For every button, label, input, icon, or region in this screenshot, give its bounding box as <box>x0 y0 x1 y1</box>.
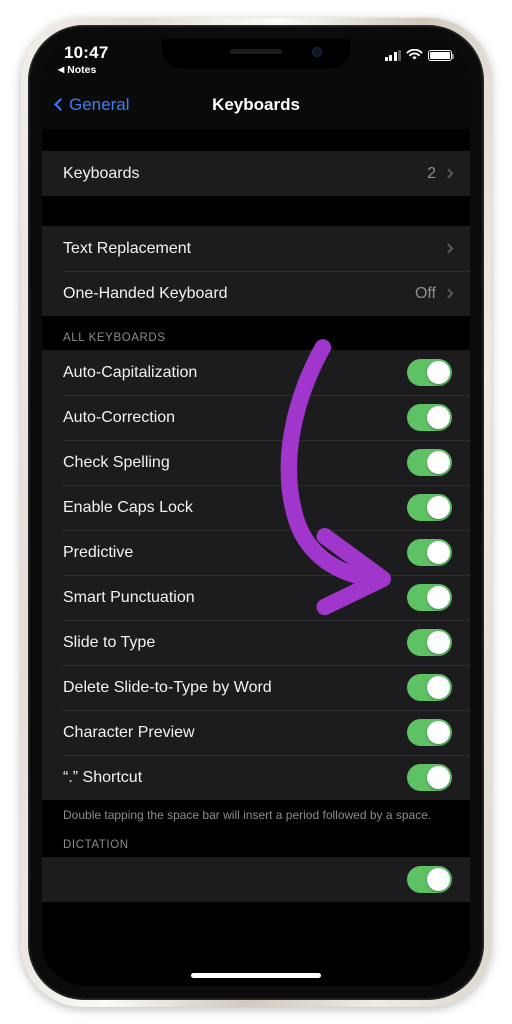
section-header-dictation: DICTATION <box>63 839 129 852</box>
toggle-auto-correction[interactable] <box>407 404 452 431</box>
row-label: Character Preview <box>63 723 195 741</box>
row-text-replacement[interactable]: Text Replacement <box>42 226 470 271</box>
page-title: Keyboards <box>212 95 300 114</box>
row-label: Check Spelling <box>63 453 170 471</box>
home-indicator[interactable] <box>191 973 321 978</box>
status-time: 10:47 <box>64 43 109 62</box>
cellular-signal-icon <box>384 50 401 61</box>
phone-frame: 10:47 ◀ Notes General Keyboards Keyboard… <box>21 18 491 1007</box>
row-one-handed-keyboard[interactable]: One-Handed Keyboard Off <box>42 271 470 316</box>
row-slide-to-type[interactable]: Slide to Type <box>42 620 470 665</box>
group-keyboards: Keyboards 2 <box>42 151 470 196</box>
row-label: Keyboards <box>63 164 140 182</box>
row-label: Slide to Type <box>63 633 156 651</box>
row-enable-dictation[interactable] <box>42 857 470 902</box>
toggle-slide-to-type[interactable] <box>407 629 452 656</box>
group-all-keyboards: Auto-Capitalization Auto-Correction Chec… <box>42 350 470 800</box>
row-label: Enable Caps Lock <box>63 498 193 516</box>
battery-icon <box>428 49 454 61</box>
front-camera-icon <box>312 47 322 57</box>
back-triangle-icon: ◀ <box>58 65 65 74</box>
toggle-smart-punctuation[interactable] <box>407 584 452 611</box>
toggle-enable-caps-lock[interactable] <box>407 494 452 521</box>
footer-note-period-shortcut: Double tapping the space bar will insert… <box>63 808 432 822</box>
row-delete-slide-to-type-by-word[interactable]: Delete Slide-to-Type by Word <box>42 665 470 710</box>
chevron-right-icon <box>443 168 454 179</box>
row-character-preview[interactable]: Character Preview <box>42 710 470 755</box>
back-to-app-link[interactable]: ◀ Notes <box>58 64 96 76</box>
notch <box>162 39 350 69</box>
row-value: Off <box>414 284 436 302</box>
row-predictive[interactable]: Predictive <box>42 530 470 575</box>
wifi-icon <box>406 49 423 60</box>
earpiece-speaker <box>230 49 282 54</box>
row-label: Text Replacement <box>63 239 192 257</box>
row-smart-punctuation[interactable]: Smart Punctuation <box>42 575 470 620</box>
row-auto-correction[interactable]: Auto-Correction <box>42 395 470 440</box>
toggle-enable-dictation[interactable] <box>407 866 452 894</box>
chevron-right-icon <box>443 288 454 299</box>
group-dictation <box>42 857 470 903</box>
toggle-period-shortcut[interactable] <box>407 764 452 791</box>
status-bar-indicators <box>384 49 454 61</box>
toggle-delete-slide-to-type-by-word[interactable] <box>407 674 452 701</box>
row-label: Auto-Capitalization <box>63 363 198 381</box>
row-label: Predictive <box>63 543 134 561</box>
row-label: “.” Shortcut <box>63 768 143 786</box>
row-check-spelling[interactable]: Check Spelling <box>42 440 470 485</box>
row-period-shortcut[interactable]: “.” Shortcut <box>42 755 470 800</box>
phone-bezel: 10:47 ◀ Notes General Keyboards Keyboard… <box>28 25 484 1000</box>
row-label: Delete Slide-to-Type by Word <box>63 678 272 696</box>
section-header-all-keyboards: ALL KEYBOARDS <box>63 332 166 344</box>
back-to-app-label: Notes <box>67 64 97 76</box>
row-label: Auto-Correction <box>63 408 176 426</box>
chevron-right-icon <box>443 243 454 254</box>
toggle-predictive[interactable] <box>407 539 452 566</box>
toggle-character-preview[interactable] <box>407 719 452 746</box>
row-label: Smart Punctuation <box>63 588 195 606</box>
toggle-auto-capitalization[interactable] <box>407 359 452 386</box>
row-value: 2 <box>427 164 436 182</box>
row-auto-capitalization[interactable]: Auto-Capitalization <box>42 350 470 395</box>
settings-list[interactable]: Keyboards 2 Text Replacement One-Handed … <box>42 129 470 986</box>
phone-screen: 10:47 ◀ Notes General Keyboards Keyboard… <box>42 39 470 986</box>
row-keyboards[interactable]: Keyboards 2 <box>42 151 470 196</box>
spacer-top <box>42 129 470 151</box>
toggle-check-spelling[interactable] <box>407 449 452 476</box>
row-enable-caps-lock[interactable]: Enable Caps Lock <box>42 485 470 530</box>
row-label: One-Handed Keyboard <box>63 284 228 302</box>
group-text-options: Text Replacement One-Handed Keyboard Off <box>42 226 470 316</box>
navigation-bar: General Keyboards <box>42 81 470 129</box>
